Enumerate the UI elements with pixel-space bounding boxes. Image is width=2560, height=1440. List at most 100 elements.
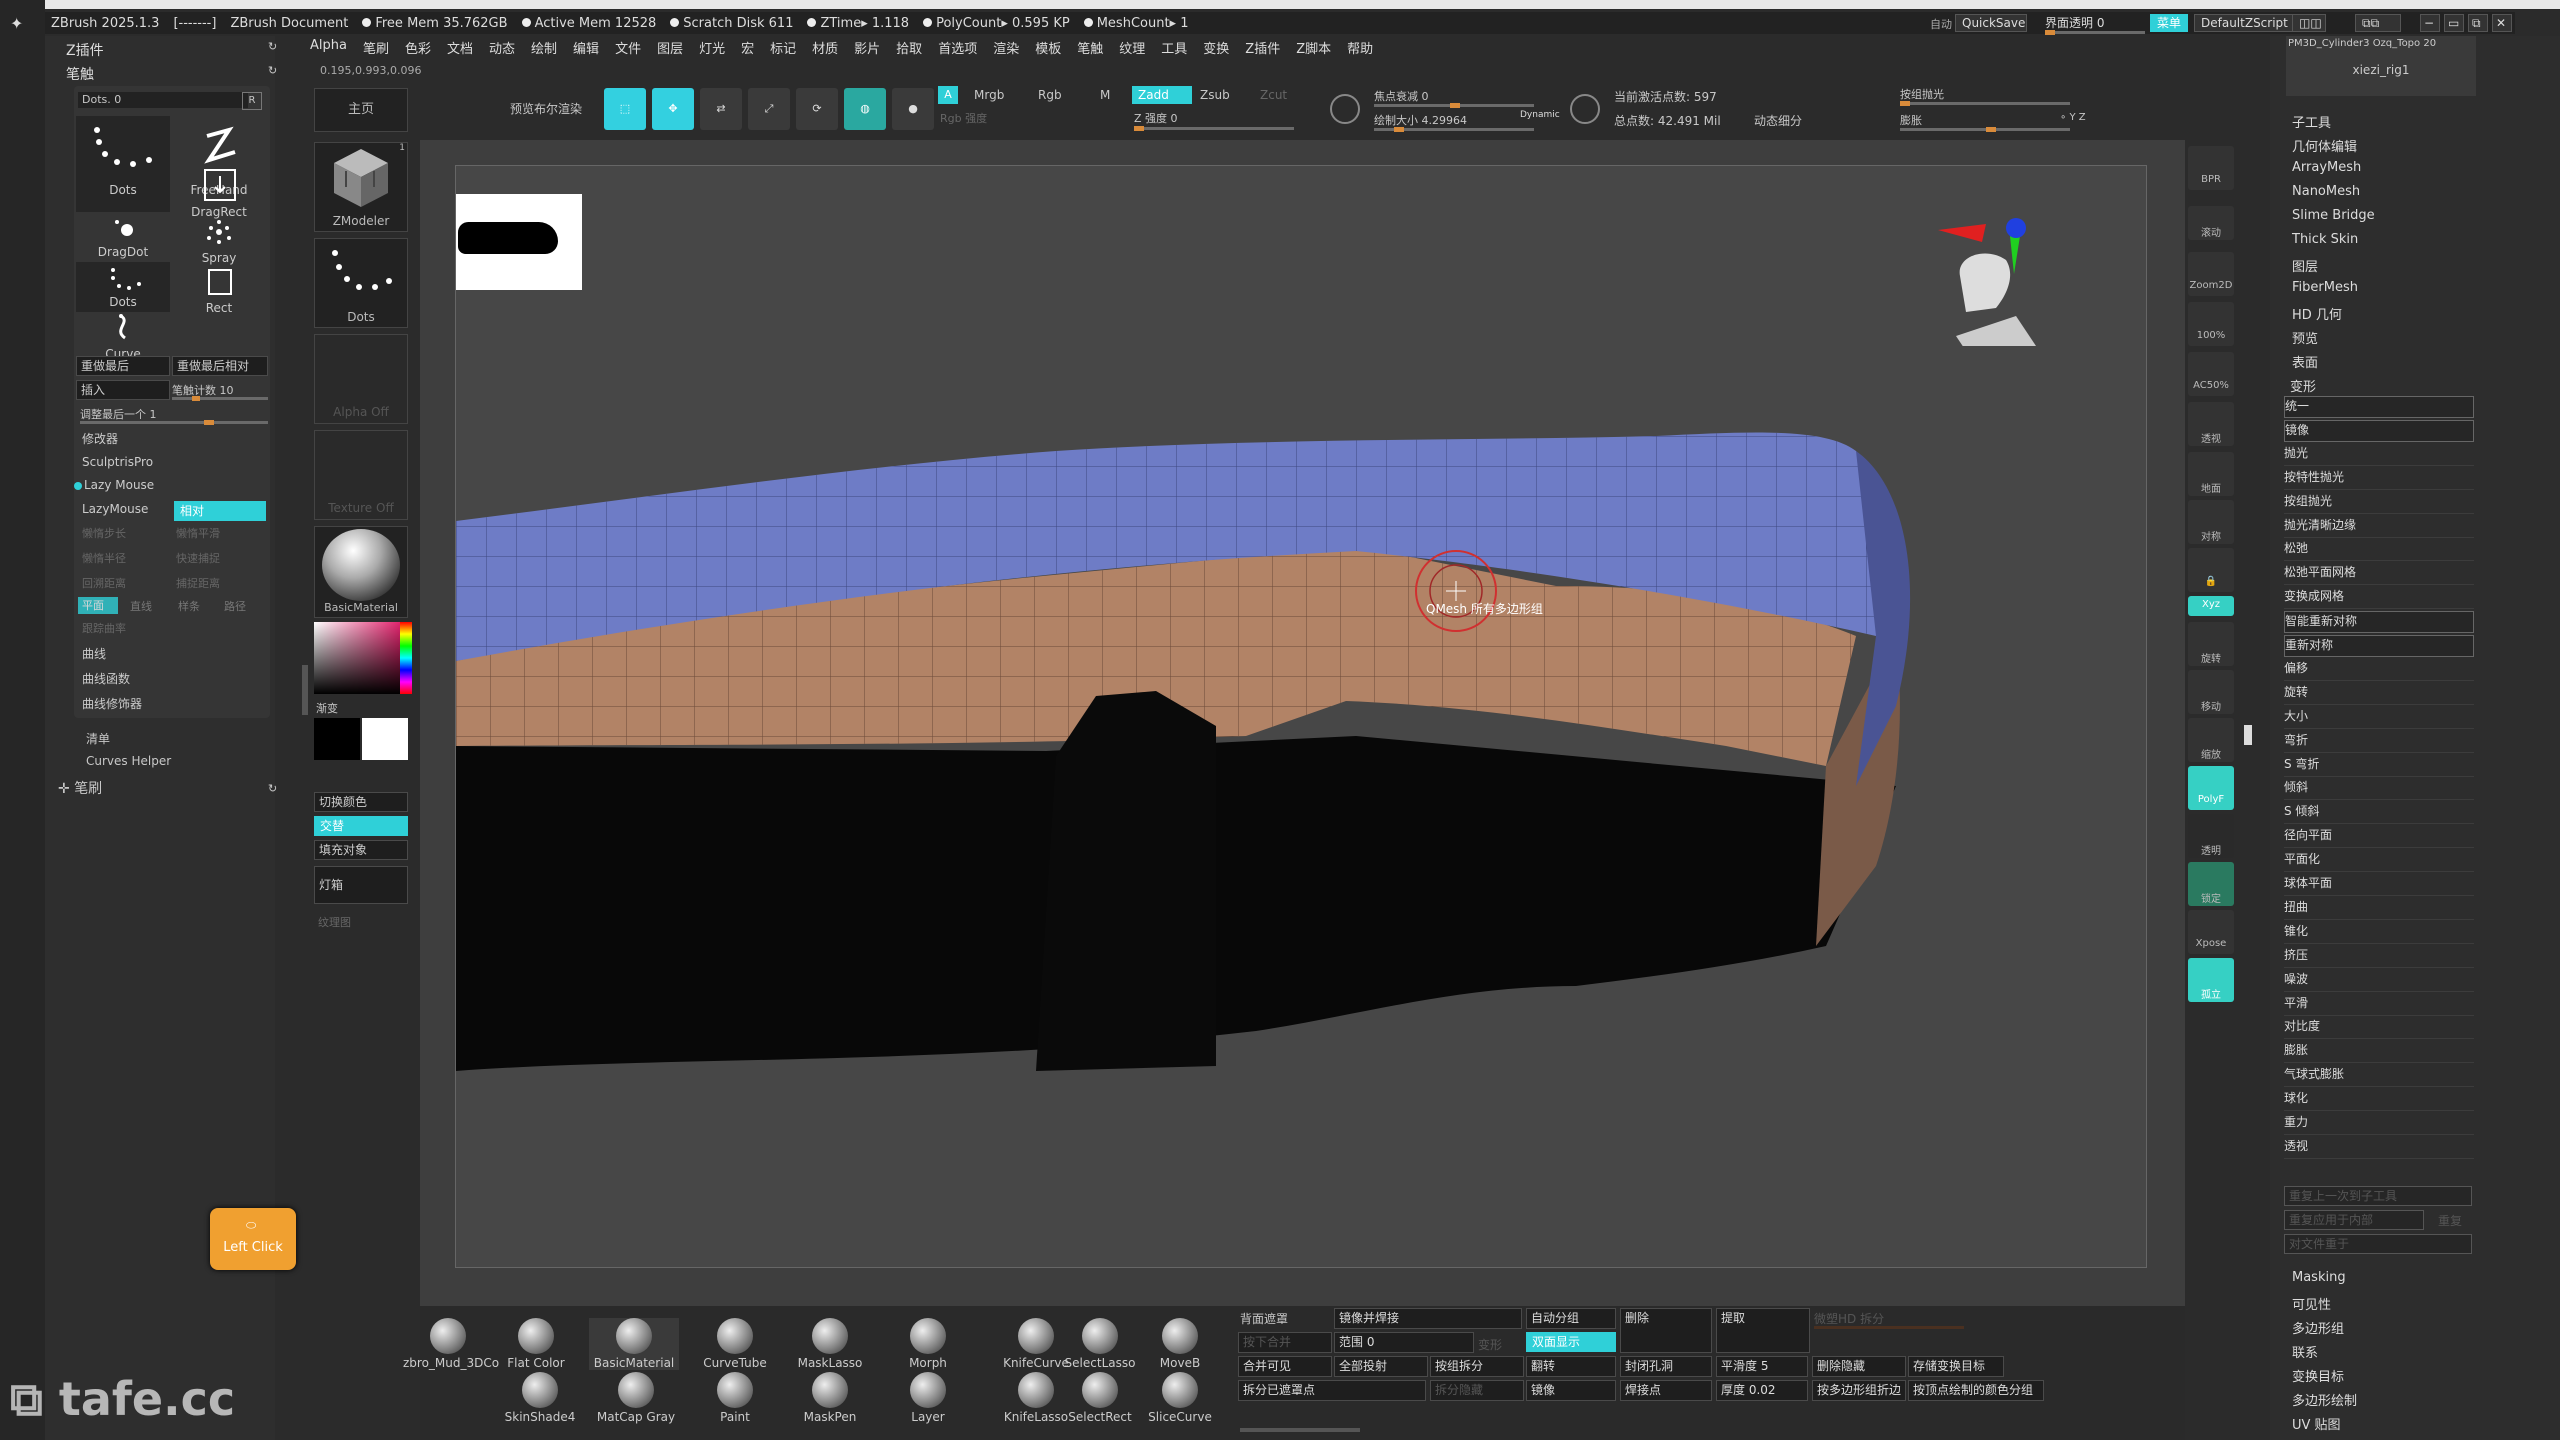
surface-menu[interactable]: 表面 [2292,352,2318,371]
menu-item[interactable]: 笔刷 [363,38,389,58]
relative-toggle[interactable]: 相对 [174,501,266,521]
bottom-brush-item[interactable]: MaskLasso [785,1318,875,1370]
deformation-row[interactable]: 大小 [2284,707,2474,729]
lightbox-button[interactable]: 灯箱 [314,866,408,904]
menu-item[interactable]: 纹理 [1119,38,1145,58]
range-slider[interactable]: 范围 0 [1334,1332,1474,1353]
deformation-row[interactable]: 重新对称 [2284,635,2474,657]
preview-render-label[interactable]: 预览布尔渲染 [510,100,582,117]
weld-points-button[interactable]: 焊接点 [1620,1380,1712,1401]
polyf-button[interactable]: PolyF [2188,766,2234,810]
double-display-toggle[interactable]: 双面显示 [1526,1332,1616,1352]
brush-dragrect[interactable]: DragRect [172,166,266,219]
z-intensity-slider[interactable]: Z 强度 0 [1134,110,1294,131]
flip-button[interactable]: 翻转 [1526,1356,1616,1377]
xpose-button[interactable]: Xpose [2188,910,2234,954]
nanomesh-menu[interactable]: NanoMesh [2292,184,2360,199]
smooth-slider[interactable]: 平滑度 5 [1716,1356,1808,1377]
menu-button[interactable]: 菜单 [2150,14,2189,32]
bottom-brush-item[interactable]: zbro_Mud_3DCo [403,1318,499,1370]
menu-item[interactable]: 绘制 [531,38,557,58]
close-icon[interactable]: ✕ [2492,14,2512,32]
ac50-button[interactable]: AC50% [2188,352,2234,396]
dots-stroke-thumbnail[interactable]: Dots [314,238,408,328]
deformation-row[interactable]: 平滑 [2284,994,2474,1016]
tray-collapse-handle[interactable] [2244,725,2252,745]
deformation-row[interactable]: 噪波 [2284,970,2474,992]
focal-shift-slider[interactable]: 焦点衰减 0 [1374,88,1534,108]
thickness-slider[interactable]: 厚度 0.02 [1716,1380,1808,1401]
project-all-button[interactable]: 全部投射 [1334,1356,1428,1377]
color-picker[interactable] [314,622,408,694]
contact-menu[interactable]: 联系 [2292,1342,2318,1361]
arraymesh-menu[interactable]: ArrayMesh [2292,160,2361,175]
brush-header-2[interactable]: ✛ 笔刷 [58,778,102,798]
auto-groups-button[interactable]: 自动分组 [1526,1308,1616,1329]
refresh-icon[interactable]: ↻ [268,64,277,77]
deformation-row[interactable]: 气球式膨胀 [2284,1065,2474,1087]
thick-skin-menu[interactable]: Thick Skin [2292,232,2358,247]
deformation-row[interactable]: 对比度 [2284,1017,2474,1039]
menu-item[interactable]: 变换 [1203,38,1229,58]
menu-item[interactable]: Z插件 [1245,38,1280,58]
deformation-row[interactable]: 镜像 [2284,420,2474,442]
lazymouse-item[interactable]: Lazy Mouse [84,478,154,498]
menu-item[interactable]: 文档 [447,38,473,58]
shelf-scrollbar[interactable] [1240,1428,1360,1432]
home-button[interactable]: 主页 [314,88,408,132]
xyz-button[interactable]: Xyz [2188,596,2234,616]
morph-target-menu[interactable]: 变换目标 [2292,1366,2344,1385]
deformation-row[interactable]: 膨胀 [2284,1041,2474,1063]
move-button[interactable]: ⇄ [700,88,742,130]
deformation-row[interactable]: 球体平面 [2284,874,2474,896]
repeat-inner-button[interactable]: 重复应用于内部 [2284,1210,2424,1230]
deformation-row[interactable]: S 倾斜 [2284,802,2474,824]
bottom-brush-item[interactable]: CurveTube [690,1318,780,1370]
menu-item[interactable]: 灯光 [699,38,725,58]
actual-100-button[interactable]: 100% [2188,302,2234,346]
window-tile-icon[interactable]: ⧉⧉ [2355,14,2401,32]
draw-button[interactable]: ✥ [652,88,694,130]
backtrack-button[interactable]: 重做最后 [76,356,170,376]
split-masked-button[interactable]: 拆分已遮罩点 [1238,1380,1426,1401]
refresh-icon[interactable]: ↻ [268,40,277,53]
r-button[interactable]: R [242,92,262,110]
zmodeler-tool-thumbnail[interactable]: ZModeler 1 [314,142,408,232]
polyframe-sphere-button[interactable]: ◍ [844,88,886,130]
zoom2d-button[interactable]: Zoom2D [2188,252,2234,296]
deformation-row[interactable]: S 弯折 [2284,755,2474,777]
ghost-lock-button[interactable]: 锁定 [2188,862,2234,906]
sculptrispro-item[interactable]: SculptrisPro [82,455,153,475]
lazy-radius-slider[interactable]: 懒惰半径 [82,550,126,570]
plane-toggle[interactable]: 平面 [78,597,118,614]
polish-groups-slider[interactable]: 按组抛光 [1900,86,2090,106]
apply-to-file-button[interactable]: 对文件重于 [2284,1234,2472,1254]
lazy-snap-slider[interactable]: 快速捕捉 [176,550,220,570]
menu-item[interactable]: 笔触 [1077,38,1103,58]
fibermesh-menu[interactable]: FiberMesh [2292,280,2358,295]
mirror-weld-button[interactable]: 镜像并焊接 [1334,1308,1522,1329]
close-holes-button[interactable]: 封闭孔洞 [1620,1356,1712,1377]
refresh-icon[interactable]: ↻ [268,782,277,795]
bottom-brush-item[interactable]: Paint [690,1372,780,1424]
alternate-toggle[interactable]: 交替 [314,816,408,836]
hd-split-slider[interactable] [1814,1326,1964,1329]
bottom-brush-item[interactable]: MoveB [1135,1318,1225,1370]
store-morph-target-button[interactable]: 存储变换目标 [1908,1356,2004,1377]
stroke-count-slider[interactable]: 笔触计数 10 [172,382,268,402]
deformation-row[interactable]: 挤压 [2284,946,2474,968]
groups-split-button[interactable]: 按组拆分 [1430,1356,1524,1377]
menu-item[interactable]: 首选项 [938,38,977,58]
lazy-step-slider[interactable]: 懒惰步长 [82,525,126,545]
navigation-thumbnail[interactable] [456,194,582,290]
texture-off-thumbnail[interactable]: Texture Off [314,430,408,520]
bottom-brush-item[interactable]: SelectLasso [1055,1318,1145,1370]
fill-object-button[interactable]: 填充对象 [314,840,408,860]
brush-dragdot[interactable]: DragDot [76,212,170,262]
repeat-to-subtools-button[interactable]: 重复上一次到子工具 [2284,1186,2472,1206]
insert-button[interactable]: 插入 [76,380,170,400]
transparent-button[interactable]: 透明 [2188,814,2234,858]
trace-length-slider[interactable]: 跟踪曲率 [82,620,126,640]
draw-size-slider[interactable]: 绘制大小 4.29964 [1374,112,1534,132]
rotate-view-button[interactable]: 旋转 [2188,622,2234,666]
